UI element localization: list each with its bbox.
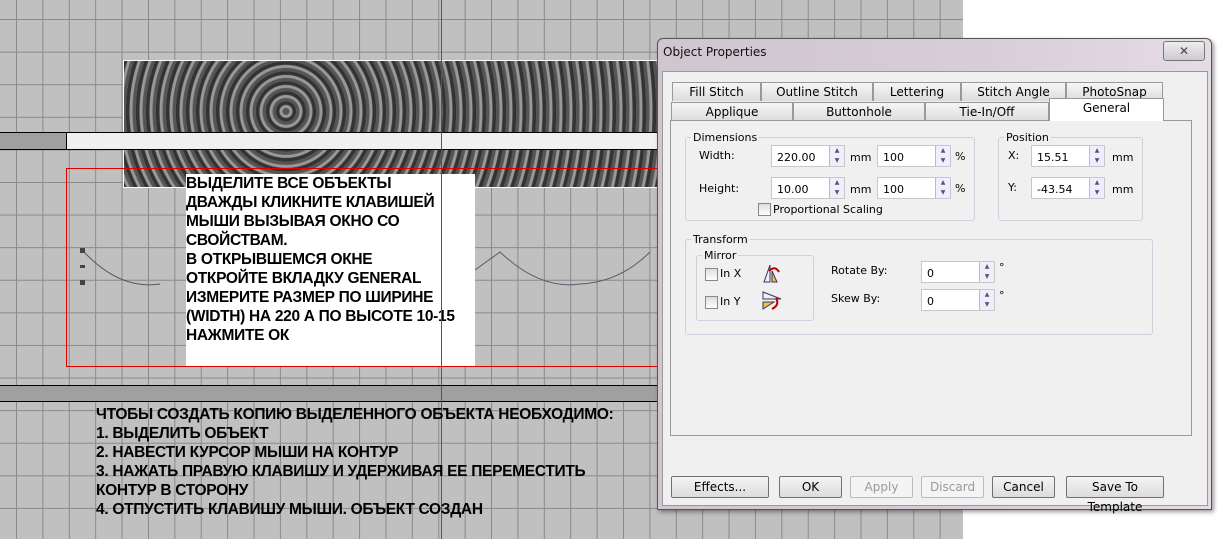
width-unit: mm — [850, 151, 872, 164]
height-percent-input[interactable] — [878, 180, 933, 199]
tab-applique[interactable]: Applique — [671, 102, 793, 121]
tab-fill-stitch[interactable]: Fill Stitch — [672, 82, 761, 101]
rotate-by-stepper[interactable]: ▲▼ — [921, 261, 995, 283]
width-input[interactable] — [772, 148, 827, 167]
height-pct-unit: % — [955, 182, 966, 195]
tab-general[interactable]: General — [1049, 98, 1164, 121]
width-label: Width: — [699, 149, 735, 162]
skew-by-stepper[interactable]: ▲▼ — [921, 289, 995, 311]
rotate-degree: ° — [999, 261, 1005, 274]
x-label: X: — [1008, 149, 1020, 162]
height-input[interactable] — [772, 180, 827, 199]
proportional-scaling-checkbox[interactable] — [758, 203, 771, 216]
width-stepper[interactable]: ▲▼ — [771, 145, 845, 167]
spin-arrows-icon[interactable]: ▲ ▼ — [1089, 178, 1104, 198]
dialog-body: Fill Stitch Outline Stitch Lettering Sti… — [662, 71, 1208, 514]
object-properties-dialog: Object Properties ✕ Fill Stitch Outline … — [657, 38, 1212, 514]
rotate-by-label: Rotate By: — [831, 264, 888, 277]
y-input[interactable] — [1032, 180, 1087, 199]
height-percent-stepper[interactable]: ▲▼ — [877, 177, 951, 199]
tab-lettering[interactable]: Lettering — [873, 82, 961, 101]
dimensions-legend: Dimensions — [693, 131, 758, 144]
position-legend: Position — [1006, 131, 1049, 144]
width-percent-input[interactable] — [878, 148, 933, 167]
spin-arrows-icon[interactable]: ▲ ▼ — [829, 146, 844, 166]
y-unit: mm — [1112, 183, 1134, 196]
mirror-legend: Mirror — [704, 249, 737, 262]
mirror-y-icon — [762, 291, 782, 310]
skew-by-input[interactable] — [922, 292, 977, 311]
save-to-template-button[interactable]: Save To Template — [1066, 476, 1164, 514]
rotate-by-input[interactable] — [922, 264, 977, 283]
mirror-group: Mirror — [696, 249, 814, 321]
instruction-note-1: ВЫДЕЛИТЕ ВСЕ ОБЪЕКТЫ ДВАЖДЫ КЛИКНИТЕ КЛА… — [186, 174, 475, 366]
discard-button[interactable]: Discard — [921, 476, 984, 498]
width-percent-stepper[interactable]: ▲▼ — [877, 145, 951, 167]
height-label: Height: — [699, 182, 740, 195]
x-unit: mm — [1112, 151, 1134, 164]
x-input[interactable] — [1032, 148, 1087, 167]
spin-arrows-icon[interactable]: ▲ ▼ — [979, 262, 994, 282]
mirror-y-label: In Y — [720, 295, 741, 308]
proportional-scaling-label: Proportional Scaling — [773, 203, 883, 216]
skew-degree: ° — [999, 289, 1005, 302]
close-icon[interactable]: ✕ — [1163, 41, 1205, 61]
cancel-button[interactable]: Cancel — [992, 476, 1055, 498]
mirror-y-checkbox[interactable] — [705, 296, 718, 309]
tab-tie-in-off[interactable]: Tie-In/Off — [925, 102, 1049, 121]
skew-by-label: Skew By: — [831, 292, 881, 305]
width-pct-unit: % — [955, 150, 966, 163]
tab-outline-stitch[interactable]: Outline Stitch — [761, 82, 873, 101]
spin-arrows-icon[interactable]: ▲ ▼ — [935, 146, 950, 166]
effects-button[interactable]: Effects... — [671, 476, 769, 498]
spin-arrows-icon[interactable]: ▲ ▼ — [829, 178, 844, 198]
ok-button[interactable]: OK — [779, 476, 842, 498]
spin-arrows-icon[interactable]: ▲ ▼ — [935, 178, 950, 198]
instruction-note-2: ЧТОБЫ СОЗДАТЬ КОПИЮ ВЫДЕЛЕННОГО ОБЪЕКТА … — [96, 406, 614, 518]
x-stepper[interactable]: ▲▼ — [1031, 145, 1105, 167]
general-panel: Dimensions Width: ▲▼ mm ▲▼ % Height: ▲▼ … — [670, 120, 1192, 436]
dialog-title: Object Properties — [663, 45, 767, 59]
spin-arrows-icon[interactable]: ▲ ▼ — [979, 290, 994, 310]
spin-arrows-icon[interactable]: ▲ ▼ — [1089, 146, 1104, 166]
mirror-x-checkbox[interactable] — [705, 268, 718, 281]
transform-legend: Transform — [693, 233, 748, 246]
y-label: Y: — [1008, 181, 1017, 194]
height-stepper[interactable]: ▲▼ — [771, 177, 845, 199]
tab-buttonhole[interactable]: Buttonhole — [793, 102, 925, 121]
y-stepper[interactable]: ▲▼ — [1031, 177, 1105, 199]
height-unit: mm — [850, 183, 872, 196]
apply-button[interactable]: Apply — [850, 476, 913, 498]
mirror-x-label: In X — [720, 267, 742, 280]
mirror-x-icon — [763, 264, 780, 283]
